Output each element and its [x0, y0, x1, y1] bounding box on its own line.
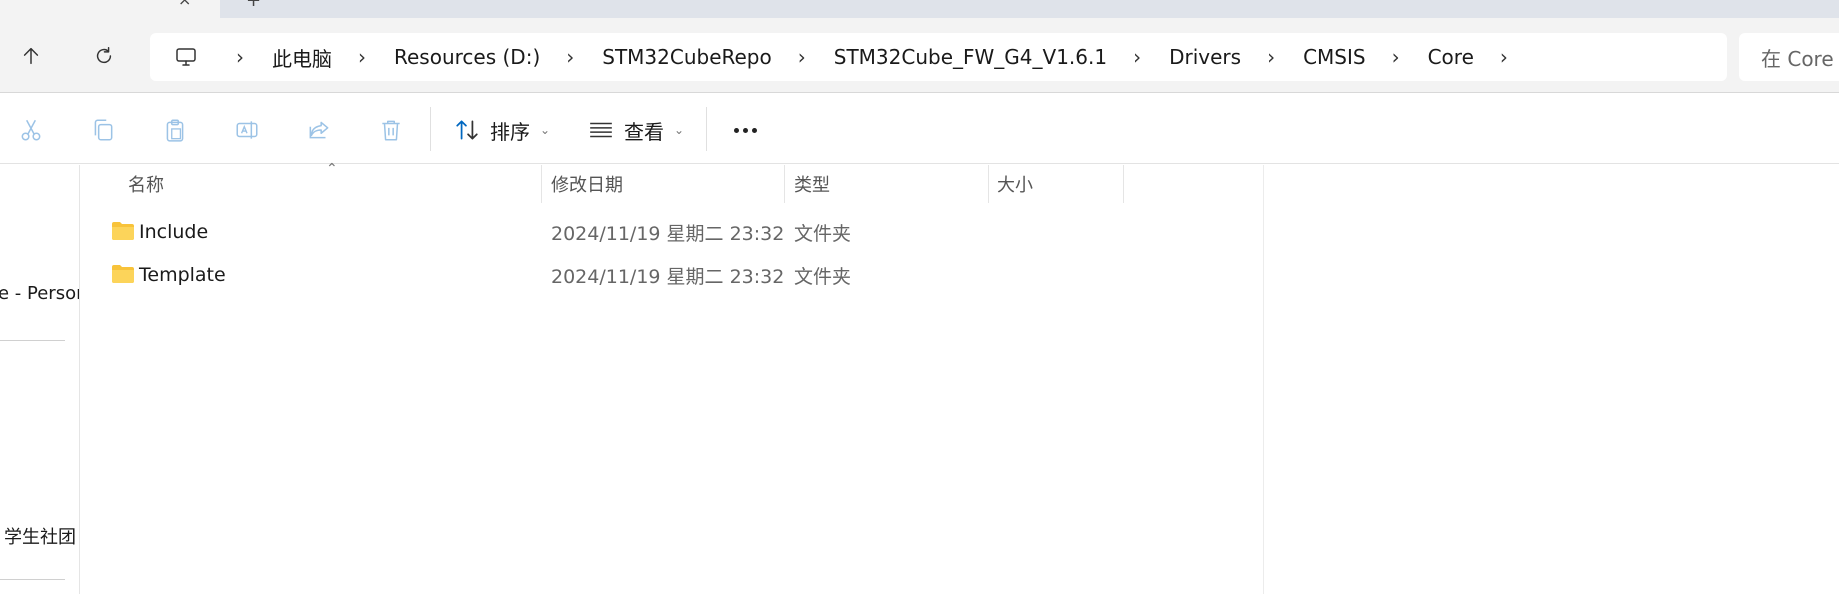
view-button[interactable]: 查看 ⌄ — [588, 113, 684, 147]
chevron-right-icon[interactable]: › — [1494, 45, 1514, 69]
column-header-type[interactable]: 类型 — [794, 165, 830, 203]
nav-item-onedrive[interactable]: e - Person — [0, 283, 79, 304]
address-bar[interactable]: › 此电脑 › Resources (D:) › STM32CubeRepo › STM… — [150, 33, 1727, 81]
file-list: ⌃ 名称 修改日期 类型 大小 Include 2024/11/19 星期二 2… — [81, 161, 1263, 594]
breadcrumb-drivers[interactable]: Drivers — [1169, 45, 1241, 69]
file-name: Include — [139, 221, 209, 243]
file-row[interactable]: Include 2024/11/19 星期二 23:32 文件夹 — [81, 211, 1263, 253]
new-tab-icon[interactable]: + — [246, 0, 261, 10]
column-header-date[interactable]: 修改日期 — [551, 165, 623, 203]
copy-icon[interactable] — [88, 115, 118, 145]
file-explorer-window: × + ›此电脑 ›Resources (D:) ›ST — [0, 0, 1839, 594]
column-header-name[interactable]: 名称 — [128, 165, 164, 203]
address-row: › 此电脑 › Resources (D:) › STM32CubeRepo › STM… — [0, 18, 1839, 93]
chevron-right-icon[interactable]: › — [1127, 45, 1147, 69]
search-input[interactable]: 在 Core — [1739, 33, 1839, 81]
column-header-size[interactable]: 大小 — [997, 165, 1033, 203]
breadcrumb-core[interactable]: Core — [1428, 45, 1474, 69]
chevron-right-icon[interactable]: › — [560, 45, 580, 69]
column-separator[interactable] — [784, 165, 785, 203]
tab-close-icon[interactable]: × — [178, 0, 191, 9]
rename-icon[interactable] — [232, 115, 262, 145]
nav-divider — [0, 340, 65, 341]
breadcrumb-cmsis[interactable]: CMSIS — [1303, 45, 1366, 69]
refresh-icon — [96, 47, 112, 64]
tab-strip: × + — [0, 0, 1839, 18]
arrow-up-icon — [23, 47, 39, 65]
breadcrumb-repo[interactable]: STM32CubeRepo — [602, 45, 772, 69]
sort-ascending-icon: ⌃ — [326, 161, 338, 177]
column-separator[interactable] — [541, 165, 542, 203]
share-icon[interactable] — [304, 115, 334, 145]
folder-icon — [112, 222, 134, 240]
nav-divider — [0, 579, 65, 580]
sort-button[interactable]: 排序 ⌄ — [454, 113, 550, 147]
column-separator[interactable] — [1123, 165, 1124, 203]
file-type: 文件夹 — [794, 265, 852, 288]
delete-icon[interactable] — [376, 115, 406, 145]
folder-icon — [112, 265, 134, 283]
refresh-button[interactable] — [86, 38, 122, 74]
command-bar: 排序 ⌄ 查看 ⌄ — [0, 93, 1839, 164]
navigation-pane: e - Person 学生社团 — [0, 165, 80, 594]
file-date: 2024/11/19 星期二 23:32 — [551, 222, 785, 245]
command-separator — [430, 107, 431, 151]
up-button[interactable] — [13, 38, 49, 74]
nav-item-student-club[interactable]: 学生社团 — [4, 523, 76, 549]
computer-icon[interactable] — [162, 33, 210, 81]
breadcrumb-firmware[interactable]: STM32Cube_FW_G4_V1.6.1 — [834, 45, 1107, 69]
file-date: 2024/11/19 星期二 23:32 — [551, 265, 785, 288]
chevron-right-icon[interactable]: › — [1386, 45, 1406, 69]
command-separator — [706, 107, 707, 151]
breadcrumb-drive[interactable]: Resources (D:) — [394, 45, 540, 69]
chevron-down-icon: ⌄ — [540, 123, 551, 137]
column-separator[interactable] — [988, 165, 989, 203]
chevron-down-icon: ⌄ — [674, 123, 685, 137]
chevron-right-icon[interactable]: › — [792, 45, 812, 69]
view-label: 查看 — [624, 119, 664, 144]
file-type: 文件夹 — [794, 222, 852, 245]
file-name: Template — [139, 264, 226, 286]
file-row[interactable]: Template 2024/11/19 星期二 23:32 文件夹 — [81, 254, 1263, 296]
sort-icon — [456, 120, 478, 140]
cut-icon[interactable] — [16, 115, 46, 145]
details-pane-divider — [1263, 165, 1264, 594]
paste-icon[interactable] — [160, 115, 190, 145]
chevron-right-icon[interactable]: › — [1261, 45, 1281, 69]
view-list-icon — [590, 122, 612, 138]
sort-label: 排序 — [490, 119, 530, 144]
tab-current[interactable]: × — [0, 0, 220, 18]
chevron-right-icon[interactable]: › — [352, 45, 372, 69]
chevron-right-icon[interactable]: › — [230, 45, 250, 69]
breadcrumb-this-pc[interactable]: 此电脑 — [272, 43, 332, 72]
more-options-icon[interactable] — [730, 115, 760, 145]
